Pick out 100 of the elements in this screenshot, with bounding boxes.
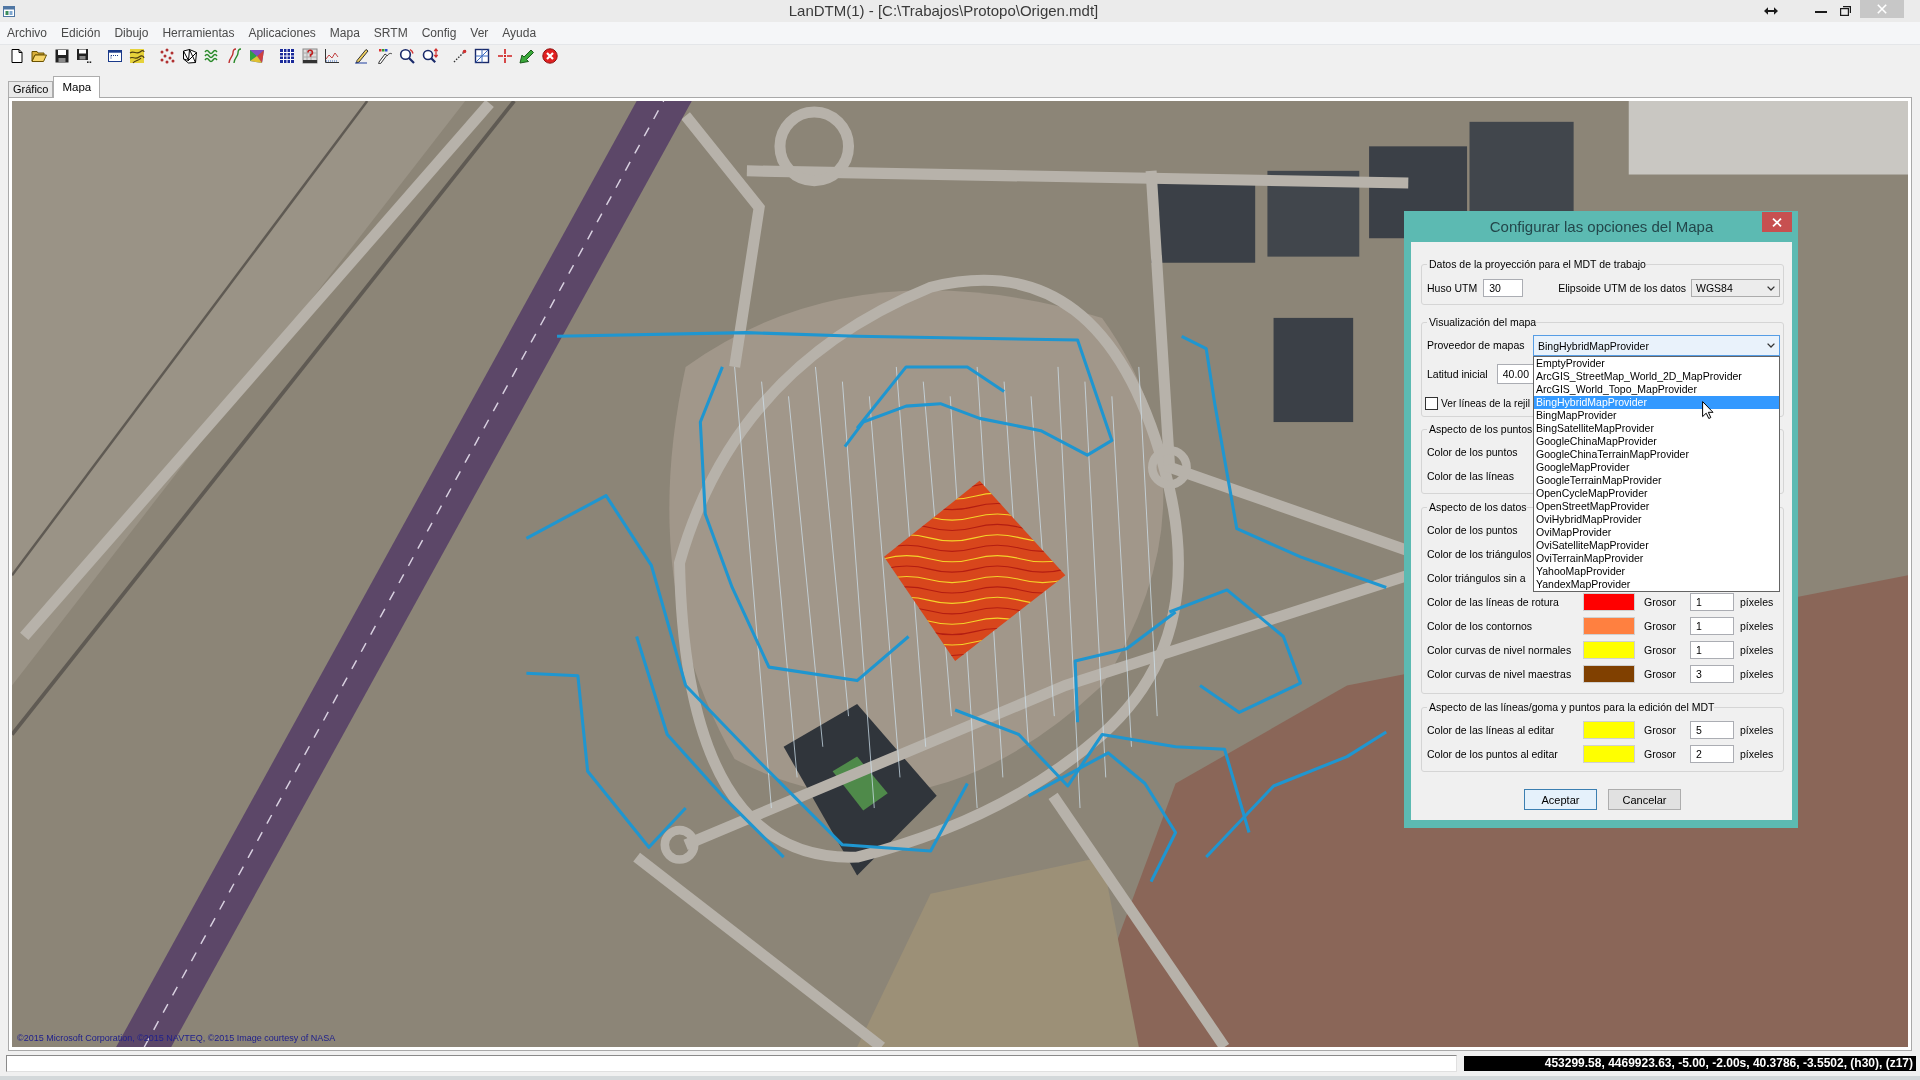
list-item[interactable]: OviHybridMapProvider [1534,513,1779,526]
list-item[interactable]: OviMapProvider [1534,526,1779,539]
menu-item[interactable]: Aplicaciones [241,25,323,41]
list-item[interactable]: BingMapProvider [1534,409,1779,422]
menu-item[interactable]: SRTM [366,25,415,41]
contour-map-icon[interactable] [128,48,145,64]
list-item[interactable]: OviSatelliteMapProvider [1534,539,1779,552]
zoom-rotate-icon[interactable] [399,48,416,64]
open-folder-icon[interactable] [31,48,48,64]
floppy-dots-icon[interactable] [76,48,93,64]
app-icon [3,5,15,17]
window-frame-icon[interactable] [106,48,123,64]
close-icon [1772,217,1782,227]
group-title: Aspecto de los puntos [1428,423,1533,436]
list-item[interactable]: OpenCycleMapProvider [1534,487,1779,500]
tab[interactable]: Mapa [53,76,101,98]
list-item[interactable]: ArcGIS_World_Topo_MapProvider [1534,383,1779,396]
list-item[interactable]: GoogleChinaTerrainMapProvider [1534,448,1779,461]
menu-item[interactable]: Ayuda [495,25,544,41]
list-item[interactable]: ArcGIS_StreetMap_World_2D_MapProvider [1534,370,1779,383]
color-swatch-icon[interactable] [1583,641,1635,659]
field-label: Color triángulos sin a [1427,571,1526,585]
restore-icon[interactable] [1840,6,1851,16]
close-button[interactable] [1762,212,1792,232]
list-item[interactable]: OpenStreetMapProvider [1534,500,1779,513]
close-icon [1877,4,1887,14]
field-label: Huso UTM [1427,281,1478,295]
list-item[interactable]: EmptyProvider [1534,357,1779,370]
list-item[interactable]: GoogleChinaMapProvider [1534,435,1779,448]
field-label: Elipsoide UTM de los datos [1558,281,1686,295]
width-field[interactable]: 5 [1690,721,1734,739]
color-swatch-icon[interactable] [1583,745,1635,763]
width-field[interactable]: 2 [1690,745,1734,763]
menu-item[interactable]: Ver [463,25,496,41]
list-item[interactable]: OviTerrainMapProvider [1534,552,1779,565]
color-swatch-icon[interactable] [1583,593,1635,611]
provider-dropdown[interactable]: BingHybridMapProvider [1533,335,1780,356]
width-field[interactable]: 1 [1690,641,1734,659]
width-field[interactable]: 1 [1690,593,1734,611]
field-label: Color de los contornos [1427,619,1533,633]
field-label: Color de los triángulos [1427,547,1532,561]
unit-label: píxeles [1740,723,1774,737]
field-label: Latitud inicial [1427,367,1488,381]
menu-item[interactable]: Edición [54,25,108,41]
crosshair-icon[interactable] [496,48,513,64]
list-item[interactable]: YahooMapProvider [1534,565,1779,578]
width-field[interactable]: 3 [1690,665,1734,683]
menu-item[interactable]: Archivo [0,25,54,41]
pencil-icon[interactable] [354,48,371,64]
unit-label: píxeles [1740,595,1774,609]
list-item[interactable]: YandexMapProvider [1534,578,1779,591]
field-label: Grosor [1644,619,1677,633]
zone-field[interactable]: 30 [1483,279,1524,297]
dialog-button[interactable]: Cancelar [1608,789,1681,810]
menu-item[interactable]: Dibujo [107,25,156,41]
scattered-points-icon[interactable] [159,48,176,64]
color-swatch-icon[interactable] [1583,665,1635,683]
list-item[interactable]: GoogleMapProvider [1534,461,1779,474]
field-label: Grosor [1644,643,1677,657]
menu-item[interactable]: Mapa [322,25,367,41]
zoom-vertical-icon[interactable] [421,48,438,64]
mouse-pointer-icon [1702,401,1714,419]
grid-box-icon[interactable] [474,48,491,64]
caret-icon [1767,285,1775,291]
field-label: Color curvas de nivel normales [1427,643,1572,657]
group-title: Aspecto de los datos [1428,501,1527,514]
list-item[interactable]: BingSatelliteMapProvider [1534,422,1779,435]
field-label: Color de las líneas al editar [1427,723,1555,737]
color-swatch-icon[interactable] [1583,721,1635,739]
dialog-button[interactable]: Aceptar [1524,789,1597,810]
grid-icon[interactable] [279,48,296,64]
ellipsoid-dropdown[interactable]: WGS84 [1691,279,1780,297]
new-file-icon[interactable] [9,48,25,64]
tab[interactable]: Gráfico [8,81,54,97]
field-label: Grosor [1644,723,1677,737]
unit-label: píxeles [1740,619,1774,633]
width-field[interactable]: 1 [1690,617,1734,635]
resize-icon[interactable] [1764,7,1778,15]
volume-grid-icon[interactable] [301,48,318,64]
dialog-title: Configurar las opciones del Mapa [1489,218,1714,236]
field-label: Color de los puntos [1427,445,1518,459]
latitude-field[interactable]: 40.00 [1496,364,1533,384]
mesh-icon[interactable] [181,48,198,64]
profile-chart-icon[interactable] [324,48,341,64]
field-label: Color de las líneas de rotura [1427,595,1559,609]
group-title: Datos de la proyección para el MDT de trabajo [1428,258,1646,271]
unit-label: píxeles [1740,667,1774,681]
triangles-icon[interactable] [248,48,265,64]
unit-label: píxeles [1740,747,1774,761]
arrow-icon[interactable] [519,48,536,64]
list-item[interactable]: GoogleTerrainMapProvider [1534,474,1779,487]
dotted-line-icon[interactable] [452,48,469,64]
pencil-palette-icon[interactable] [376,48,393,64]
color-swatch-icon[interactable] [1583,617,1635,635]
double-waves-icon[interactable] [226,48,243,64]
checkbox[interactable] [1425,396,1438,410]
coordinates-readout: 453299.58, 4469923.63, -5.00, -2.00s, 40.3786, -3.5502, (h30), (z17) [1464,1056,1916,1071]
menu-item[interactable]: Config [414,25,464,41]
stop-icon[interactable] [541,48,558,64]
menu-item[interactable]: Herramientas [155,25,242,41]
